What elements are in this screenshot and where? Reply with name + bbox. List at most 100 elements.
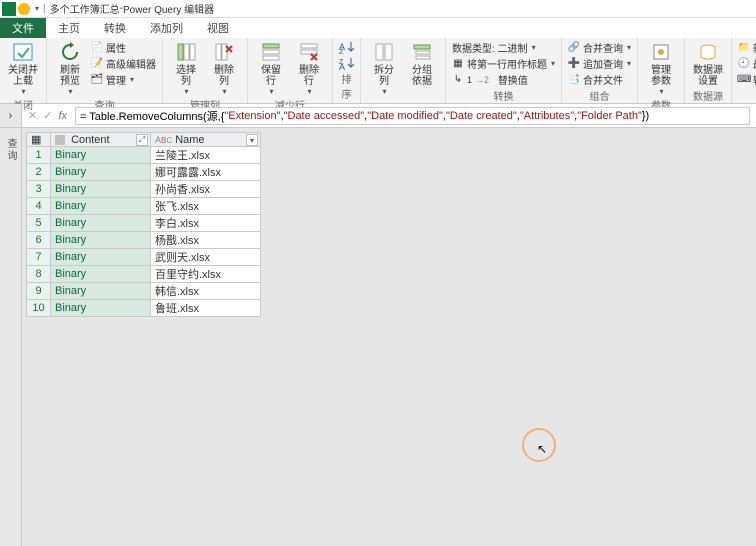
cell-content[interactable]: Binary xyxy=(51,283,151,300)
close-load-dropdown[interactable]: ▾ xyxy=(21,87,25,96)
cell-content[interactable]: Binary xyxy=(51,249,151,266)
recent-sources-button[interactable]: 🕘最近使用的源▾ xyxy=(738,56,756,71)
content-expand-button[interactable]: ⤢ xyxy=(136,134,148,146)
row-number[interactable]: 6 xyxy=(27,232,51,249)
enter-data-button[interactable]: ⌨输入数据 xyxy=(738,72,756,87)
table-row[interactable]: 5Binary李白.xlsx xyxy=(27,215,261,232)
cell-content[interactable]: Binary xyxy=(51,198,151,215)
formula-cancel-button[interactable]: ✕ xyxy=(28,109,37,122)
column-header-content[interactable]: Content ⤢ xyxy=(51,133,151,147)
new-source-button[interactable]: 📁新建源▾ xyxy=(738,40,756,55)
data-type-button[interactable]: 数据类型: 二进制▾ xyxy=(452,40,555,55)
queries-pane-collapsed[interactable]: 查询 xyxy=(0,128,22,546)
title-bar: ▾ | 多个工作簿汇总 - Power Query 编辑器 xyxy=(0,0,756,18)
row-number[interactable]: 1 xyxy=(27,147,51,164)
table-row[interactable]: 6Binary杨戬.xlsx xyxy=(27,232,261,249)
group-split: 拆分列▾ 分组依据 xyxy=(361,38,446,103)
ribbon-tabs: 文件 主页 转换 添加列 视图 xyxy=(0,18,756,38)
combine-files-button[interactable]: 📑合并文件 xyxy=(568,72,631,87)
split-icon xyxy=(372,40,396,64)
cell-content[interactable]: Binary xyxy=(51,181,151,198)
replace-values-button[interactable]: ↳1→2 替换值 xyxy=(452,72,555,87)
split-column-button[interactable]: 拆分列▾ xyxy=(367,40,401,96)
select-all-cell[interactable]: ▦ xyxy=(27,133,51,147)
table-row[interactable]: 3Binary孙尚香.xlsx xyxy=(27,181,261,198)
qat-dropdown[interactable]: ▾ xyxy=(35,4,39,13)
fx-icon: fx xyxy=(58,110,67,122)
group-sort: AZ ZA 排序 xyxy=(333,38,361,103)
tab-add-column[interactable]: 添加列 xyxy=(138,18,195,38)
cursor-highlight xyxy=(522,428,556,462)
group-by-button[interactable]: 分组依据 xyxy=(405,40,439,87)
choose-cols-icon xyxy=(174,40,198,64)
table-row[interactable]: 7Binary武则天.xlsx xyxy=(27,249,261,266)
table-row[interactable]: 8Binary百里守约.xlsx xyxy=(27,266,261,283)
tab-view[interactable]: 视图 xyxy=(195,18,241,38)
cell-content[interactable]: Binary xyxy=(51,300,151,317)
row-number[interactable]: 5 xyxy=(27,215,51,232)
cell-name[interactable]: 百里守约.xlsx xyxy=(151,266,261,283)
choose-columns-button[interactable]: 选择列▾ xyxy=(169,40,203,96)
cell-content[interactable]: Binary xyxy=(51,215,151,232)
row-number[interactable]: 2 xyxy=(27,164,51,181)
queries-expand-button[interactable]: › xyxy=(0,104,22,127)
row-number[interactable]: 10 xyxy=(27,300,51,317)
cell-content[interactable]: Binary xyxy=(51,164,151,181)
manage-button[interactable]: 🗂管理▾ xyxy=(91,72,156,87)
group-params: 管理参数▾ 参数 xyxy=(638,38,685,103)
cell-name[interactable]: 孙尚香.xlsx xyxy=(151,181,261,198)
properties-button[interactable]: 📄属性 xyxy=(91,40,156,55)
remove-rows-button[interactable]: 删除行▾ xyxy=(292,40,326,96)
tab-transform[interactable]: 转换 xyxy=(92,18,138,38)
binary-type-icon xyxy=(55,135,65,145)
close-load-icon xyxy=(11,40,35,64)
table-row[interactable]: 2Binary娜可露露.xlsx xyxy=(27,164,261,181)
name-filter-button[interactable]: ▾ xyxy=(246,134,258,146)
merge-queries-button[interactable]: 🔗合并查询▾ xyxy=(568,40,631,55)
datasource-settings-button[interactable]: 数据源设置 xyxy=(691,40,725,87)
cell-name[interactable]: 李白.xlsx xyxy=(151,215,261,232)
column-header-name[interactable]: ABC Name ▾ xyxy=(151,133,261,147)
formula-commit-button[interactable]: ✓ xyxy=(43,109,52,122)
row-number[interactable]: 8 xyxy=(27,266,51,283)
row-number[interactable]: 4 xyxy=(27,198,51,215)
first-row-header-button[interactable]: ▦将第一行用作标题▾ xyxy=(452,56,555,71)
manage-icon: 🗂 xyxy=(91,74,103,86)
group-query: 刷新预览 ▾ 📄属性 📝高级编辑器 🗂管理▾ 查询 xyxy=(47,38,163,103)
svg-text:Z: Z xyxy=(339,49,344,54)
table-row[interactable]: 1Binary兰陵王.xlsx xyxy=(27,147,261,164)
row-number[interactable]: 9 xyxy=(27,283,51,300)
keep-rows-button[interactable]: 保留行▾ xyxy=(254,40,288,96)
cell-content[interactable]: Binary xyxy=(51,232,151,249)
append-queries-button[interactable]: ➕追加查询▾ xyxy=(568,56,631,71)
data-table: ▦ Content ⤢ ABC Name ▾ 1Binary兰陵王.xlsx2B… xyxy=(26,132,261,317)
sort-desc-button[interactable]: ZA xyxy=(339,56,357,70)
merge-icon: 🔗 xyxy=(568,42,580,54)
tab-home[interactable]: 主页 xyxy=(46,18,92,38)
table-row[interactable]: 9Binary韩信.xlsx xyxy=(27,283,261,300)
table-row[interactable]: 10Binary鲁班.xlsx xyxy=(27,300,261,317)
editor-icon: 📝 xyxy=(91,58,103,70)
refresh-icon xyxy=(58,40,82,64)
cell-name[interactable]: 兰陵王.xlsx xyxy=(151,147,261,164)
cell-name[interactable]: 张飞.xlsx xyxy=(151,198,261,215)
sort-asc-button[interactable]: AZ xyxy=(339,40,357,54)
cell-name[interactable]: 韩信.xlsx xyxy=(151,283,261,300)
tab-file[interactable]: 文件 xyxy=(0,18,46,38)
cell-name[interactable]: 娜可露露.xlsx xyxy=(151,164,261,181)
manage-params-button[interactable]: 管理参数▾ xyxy=(644,40,678,96)
cell-name[interactable]: 武则天.xlsx xyxy=(151,249,261,266)
row-number[interactable]: 3 xyxy=(27,181,51,198)
close-load-button[interactable]: 关闭并上载 ▾ xyxy=(6,40,40,96)
refresh-preview-button[interactable]: 刷新预览 ▾ xyxy=(53,40,87,96)
cell-content[interactable]: Binary xyxy=(51,147,151,164)
cell-name[interactable]: 鲁班.xlsx xyxy=(151,300,261,317)
table-row[interactable]: 4Binary张飞.xlsx xyxy=(27,198,261,215)
properties-icon: 📄 xyxy=(91,42,103,54)
cell-content[interactable]: Binary xyxy=(51,266,151,283)
advanced-editor-button[interactable]: 📝高级编辑器 xyxy=(91,56,156,71)
formula-input[interactable]: = Table.RemoveColumns(源,{"Extension", "D… xyxy=(75,107,750,125)
remove-columns-button[interactable]: 删除列▾ xyxy=(207,40,241,96)
cell-name[interactable]: 杨戬.xlsx xyxy=(151,232,261,249)
row-number[interactable]: 7 xyxy=(27,249,51,266)
